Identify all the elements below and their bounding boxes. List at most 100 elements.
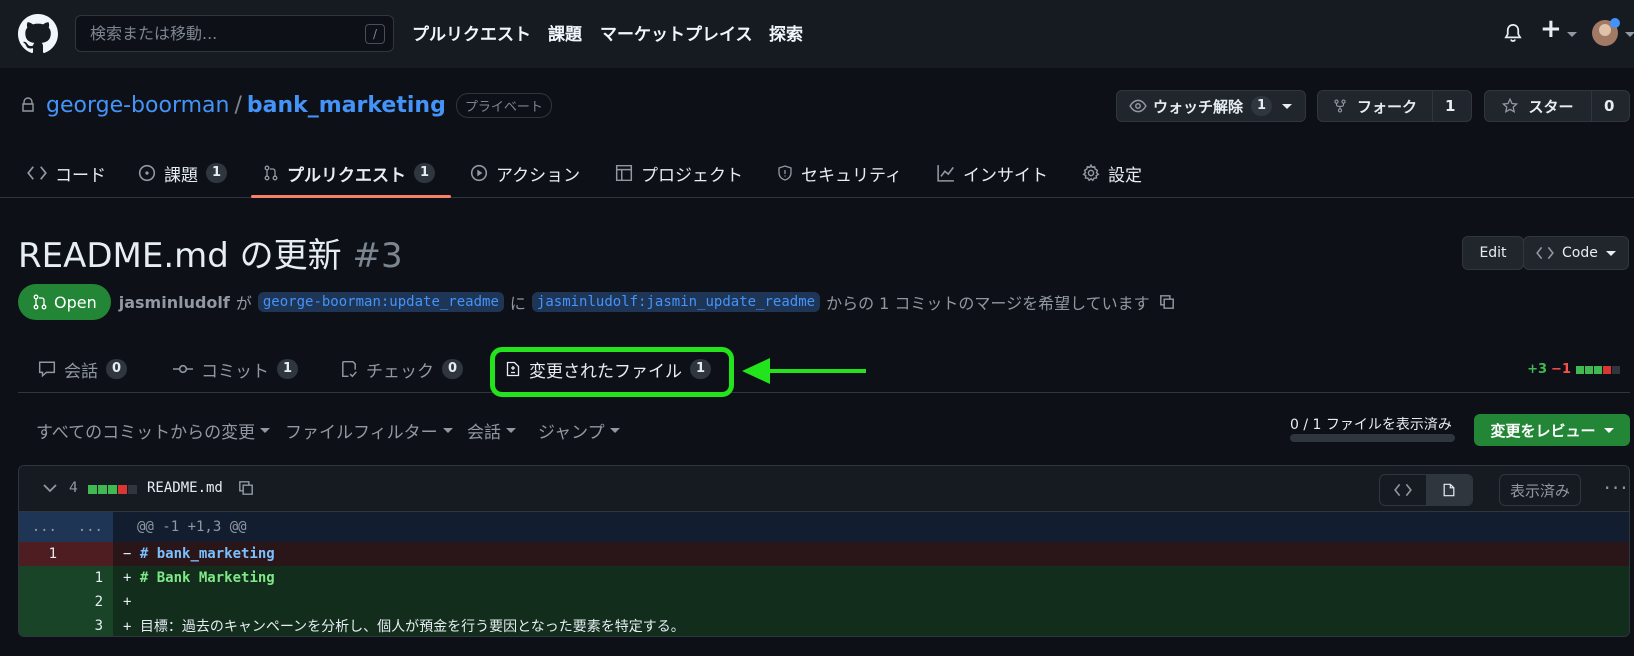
expand-up-icon[interactable]: ... (19, 512, 67, 542)
diff-sign: + (123, 570, 132, 586)
create-new-icon[interactable]: + (1540, 14, 1562, 44)
watch-button[interactable]: ウォッチ解除 1 (1116, 90, 1306, 122)
old-line-number[interactable] (19, 614, 67, 636)
viewed-checkbox[interactable]: 表示済み (1499, 474, 1582, 506)
star-button[interactable]: スター 0 (1484, 90, 1630, 122)
avatar-caret-icon[interactable] (1625, 32, 1634, 37)
diff-sign: + (123, 594, 132, 610)
chevron-down-icon (1603, 427, 1614, 433)
repo-breadcrumb: george-boorman / bank_marketing プライベート (20, 90, 552, 120)
repo-tab-projects[interactable]: プロジェクト (615, 148, 743, 198)
watch-count: 1 (1251, 96, 1273, 116)
watch-label: ウォッチ解除 (1153, 97, 1244, 116)
notification-dot-icon (1610, 18, 1620, 28)
pr-tab-conversation-label: 会話 (64, 361, 98, 382)
review-changes-button[interactable]: 変更をレビュー (1474, 414, 1630, 446)
pr-title-text: README.md の更新 (18, 236, 342, 276)
rich-diff-button[interactable] (1426, 475, 1472, 505)
pr-tab-commits-count: 1 (277, 359, 299, 379)
chevron-down-icon[interactable] (43, 483, 57, 493)
head-branch[interactable]: jasminludolf:jasmin_update_readme (531, 292, 821, 312)
pr-meta: Open jasminludolf が george-boorman:updat… (18, 284, 1176, 320)
star-icon (1502, 98, 1519, 113)
repo-tab-actions-label: アクション (496, 165, 581, 186)
pr-number: #3 (352, 236, 403, 276)
repo-tab-security[interactable]: セキュリティ (777, 148, 902, 198)
copy-icon[interactable] (1158, 293, 1176, 311)
commits-filter-dropdown[interactable]: すべてのコミットからの変更 (36, 418, 271, 443)
repo-name-link[interactable]: bank_marketing (247, 93, 446, 118)
file-diffstat (87, 485, 137, 494)
file-icon (1443, 483, 1455, 497)
arrow-left-icon (742, 358, 866, 384)
repo-tab-pull-requests[interactable]: プルリクエスト 1 (263, 148, 436, 198)
expand-down-icon[interactable]: ... (67, 512, 113, 542)
diff-line-code: + # Bank Marketing (113, 570, 275, 586)
code-icon (1536, 246, 1554, 260)
repo-tab-settings[interactable]: 設定 (1082, 148, 1142, 198)
pr-tab-checks[interactable]: チェック 0 (340, 345, 464, 393)
diff-line-text: # bank_marketing (139, 546, 275, 562)
topnav-marketplace[interactable]: マーケットプレイス (600, 20, 753, 45)
chevron-down-icon (609, 428, 620, 433)
copy-icon[interactable] (237, 479, 255, 497)
new-line-number[interactable] (67, 542, 113, 566)
create-new-caret-icon[interactable] (1567, 32, 1577, 37)
code-dropdown-label: Code (1562, 245, 1598, 261)
pr-author-link[interactable]: jasminludolf (119, 293, 230, 312)
github-logo-icon[interactable] (18, 14, 58, 54)
eye-icon (1129, 99, 1147, 113)
topnav-pull-requests[interactable]: プルリクエスト (412, 20, 531, 45)
file-name-link[interactable]: README.md (147, 480, 223, 496)
topnav-issues[interactable]: 課題 (548, 20, 582, 45)
source-diff-button[interactable] (1380, 475, 1426, 505)
code-dropdown-button[interactable]: Code (1523, 236, 1629, 270)
new-line-number[interactable]: 1 (67, 566, 113, 590)
star-count[interactable]: 0 (1592, 91, 1626, 121)
lock-icon (22, 97, 34, 112)
highlight-box-annotation (490, 347, 734, 397)
fork-label: フォーク (1356, 97, 1417, 116)
file-filter-dropdown[interactable]: ファイルフィルター (285, 418, 453, 443)
repo-tab-pull-requests-count: 1 (414, 163, 436, 183)
old-line-number[interactable] (19, 590, 67, 614)
old-line-number[interactable] (19, 566, 67, 590)
edit-title-button[interactable]: Edit (1462, 236, 1524, 270)
pr-tab-conversation[interactable]: 会話 0 (38, 345, 128, 393)
repo-tab-issues[interactable]: 課題 1 (138, 148, 228, 198)
pr-tab-commits[interactable]: コミット 1 (173, 345, 299, 393)
pull-request-icon (264, 165, 278, 181)
commit-icon (173, 364, 193, 374)
review-changes-label: 変更をレビュー (1490, 421, 1596, 440)
topnav-explore[interactable]: 探索 (769, 20, 803, 45)
repo-tab-pull-requests-label: プルリクエスト (287, 165, 406, 186)
graph-icon (937, 165, 954, 182)
diff-line-text: 目標：過去のキャンペーンを分析し、個人が預金を行う要因となった要素を特定する。 (139, 619, 685, 635)
new-line-number[interactable]: 2 (67, 590, 113, 614)
old-line-number[interactable]: 1 (19, 542, 67, 566)
fork-button[interactable]: フォーク 1 (1317, 90, 1472, 122)
base-branch[interactable]: george-boorman:update_readme (257, 292, 504, 312)
pr-description: からの 1 コミットのマージを希望しています (826, 294, 1150, 313)
bell-icon[interactable] (1503, 22, 1523, 44)
repo-tab-code[interactable]: コード (27, 148, 106, 198)
search-input[interactable]: 検索または移動... / (75, 15, 394, 52)
repo-tab-security-label: セキュリティ (801, 165, 902, 186)
file-diff: 4 README.md 表示済み ··· ... ... @@ -1 +1,3 … (18, 465, 1630, 637)
fork-count[interactable]: 1 (1433, 91, 1467, 121)
commits-filter-label: すべてのコミットからの変更 (36, 423, 256, 443)
repo-tab-insights[interactable]: インサイト (937, 148, 1048, 198)
more-options-icon[interactable]: ··· (1604, 476, 1629, 500)
repo-owner-link[interactable]: george-boorman (46, 93, 229, 118)
new-line-number[interactable]: 3 (67, 614, 113, 636)
conversations-dropdown[interactable]: 会話 (467, 418, 516, 443)
diff-sign: + (123, 619, 132, 635)
fork-icon (1334, 99, 1346, 113)
repo-tab-actions[interactable]: アクション (470, 148, 580, 198)
diffstat: +3 −1 (1527, 362, 1620, 377)
hunk-header-row: ... ... @@ -1 +1,3 @@ (19, 512, 1629, 542)
pr-tab-conversation-count: 0 (106, 359, 128, 379)
repo-tab-settings-label: 設定 (1108, 165, 1142, 186)
jump-dropdown[interactable]: ジャンプ (538, 418, 620, 443)
global-header: 検索または移動... / プルリクエスト 課題 マーケットプレイス 探索 + (0, 0, 1634, 68)
